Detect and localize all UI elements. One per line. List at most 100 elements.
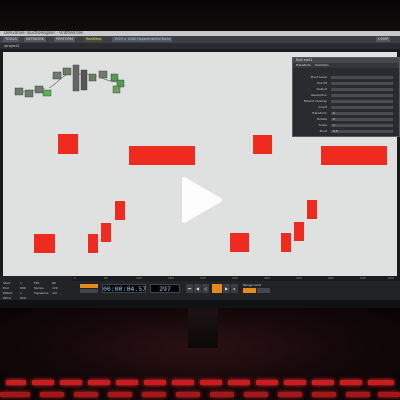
keyboard-row — [0, 392, 400, 400]
keyboard-key — [88, 380, 110, 385]
ruler-tick: 360 — [264, 276, 270, 280]
red-rectangle — [253, 135, 272, 154]
red-rectangle — [115, 201, 125, 220]
keyboard-key — [108, 392, 132, 397]
range-limit: Range Limit — [241, 283, 273, 295]
ruler-tick: 60 — [104, 276, 108, 280]
network-path[interactable]: /project1 — [4, 43, 20, 49]
play-reverse-button[interactable]: ◁ — [202, 284, 209, 293]
range-label: Range Limit — [243, 283, 261, 287]
keyboard-row — [0, 380, 400, 390]
node[interactable] — [88, 73, 97, 82]
parameter-panel: Null null1 Transform Common Pivot Level … — [292, 57, 400, 137]
keyboard-key — [144, 380, 166, 385]
toolbar-item-tools[interactable]: TOOLS — [3, 37, 19, 42]
play-icon[interactable] — [158, 175, 242, 225]
parameter-row[interactable]: Pivot 0.5 — [293, 129, 399, 134]
node[interactable] — [42, 89, 52, 97]
red-rectangle — [307, 200, 317, 219]
pause-button[interactable] — [212, 284, 222, 293]
info-label: End — [3, 286, 9, 290]
keyboard-key — [116, 380, 138, 385]
parameter-row[interactable]: Output — [293, 87, 399, 92]
toolbar-item-perform[interactable]: PERFORM — [54, 37, 75, 42]
step-forward-button[interactable]: ▸ — [231, 284, 238, 293]
keyboard-key — [244, 392, 268, 397]
keyboard-key — [284, 380, 306, 385]
parameter-tabs: Transform Common — [293, 63, 399, 68]
timeline-ruler[interactable]: 1 60 120 180 240 300 360 420 480 540 600 — [72, 276, 400, 281]
parameter-row[interactable]: Invert — [293, 105, 399, 110]
keyboard-key — [176, 392, 200, 397]
info-label: Tempo — [34, 286, 44, 290]
timecode-display[interactable]: 00:00:04.57 — [102, 284, 146, 293]
timeline-toggle[interactable] — [80, 284, 98, 288]
ruler-tick: 540 — [360, 276, 366, 280]
toolbar-item-comp[interactable]: COMP — [376, 37, 391, 42]
toolbar: TOOLS NETWORK PERFORM Realtime 1920 x 10… — [0, 36, 400, 43]
parameter-row[interactable]: Resolution — [293, 93, 399, 98]
keyboard-key — [378, 392, 400, 397]
toolbar-item-realtime[interactable]: Realtime — [84, 37, 104, 42]
node[interactable] — [34, 85, 44, 94]
step-back-button[interactable]: ◀ — [194, 284, 201, 293]
ruler-tick: 120 — [136, 276, 142, 280]
parameter-row[interactable]: Rotate 0 — [293, 117, 399, 122]
red-rectangle — [58, 134, 78, 154]
keyboard-key — [368, 380, 394, 385]
red-rectangle — [88, 234, 98, 253]
range-toggle[interactable] — [257, 288, 270, 293]
info-label: Start — [3, 281, 11, 285]
info-value[interactable]: 1 — [20, 291, 22, 295]
node-network — [14, 64, 125, 98]
info-value[interactable]: 600 — [20, 286, 26, 290]
window-title: Derivative TouchDesigner - Untitled.toe — [4, 30, 83, 35]
keyboard-key — [340, 380, 362, 385]
node[interactable] — [24, 89, 34, 98]
network-path-bar: /project1 — [0, 43, 400, 49]
keyboard-key — [0, 392, 30, 397]
monitor-stand — [188, 308, 218, 348]
parameter-row[interactable]: Pos Fit — [293, 81, 399, 86]
info-value[interactable]: 60 — [52, 281, 56, 285]
timeline-toggle[interactable] — [80, 289, 98, 293]
play-button[interactable]: ▶ — [223, 284, 230, 293]
ruler-tick: 1 — [74, 276, 76, 280]
frame-counter[interactable]: 297 — [150, 284, 180, 293]
photo-scene: Derivative TouchDesigner - Untitled.toe … — [0, 0, 400, 400]
parameter-row[interactable]: Pivot Level — [293, 75, 399, 80]
node[interactable] — [72, 64, 80, 92]
red-rectangle — [129, 146, 195, 165]
ruler-tick: 180 — [168, 276, 174, 280]
info-value[interactable]: 4/4 — [52, 291, 57, 295]
info-value[interactable]: 1 — [20, 281, 22, 285]
rewind-button[interactable]: ⏮ — [186, 284, 193, 293]
video-play-overlay[interactable] — [158, 175, 242, 225]
range-toggle[interactable] — [243, 288, 256, 293]
tab-transform[interactable]: Transform — [296, 63, 311, 68]
node[interactable] — [62, 67, 72, 76]
parameter-row[interactable]: Transform 0 — [293, 111, 399, 116]
info-label: Signature — [34, 291, 49, 295]
keyboard-key — [74, 392, 98, 397]
node[interactable] — [80, 69, 88, 91]
keyboard-key — [228, 380, 250, 385]
ruler-tick: 420 — [296, 276, 302, 280]
node[interactable] — [112, 85, 121, 94]
node[interactable] — [14, 87, 24, 96]
info-label: FPS — [34, 281, 40, 285]
keyboard-key — [256, 380, 278, 385]
parameter-row[interactable]: Scale 1 — [293, 123, 399, 128]
node[interactable] — [98, 70, 108, 79]
red-rectangle — [230, 233, 249, 252]
toolbar-item-network[interactable]: NETWORK — [24, 37, 46, 42]
keyboard-key — [6, 380, 26, 385]
node[interactable] — [52, 71, 62, 80]
info-value[interactable]: 120 — [52, 286, 58, 290]
keyboard-key — [200, 380, 222, 385]
red-rectangle — [321, 146, 387, 165]
tab-common[interactable]: Common — [315, 63, 329, 68]
parameter-row[interactable]: Extend Overlap — [293, 99, 399, 104]
ruler-tick: 480 — [328, 276, 334, 280]
keyboard-key — [312, 380, 334, 385]
